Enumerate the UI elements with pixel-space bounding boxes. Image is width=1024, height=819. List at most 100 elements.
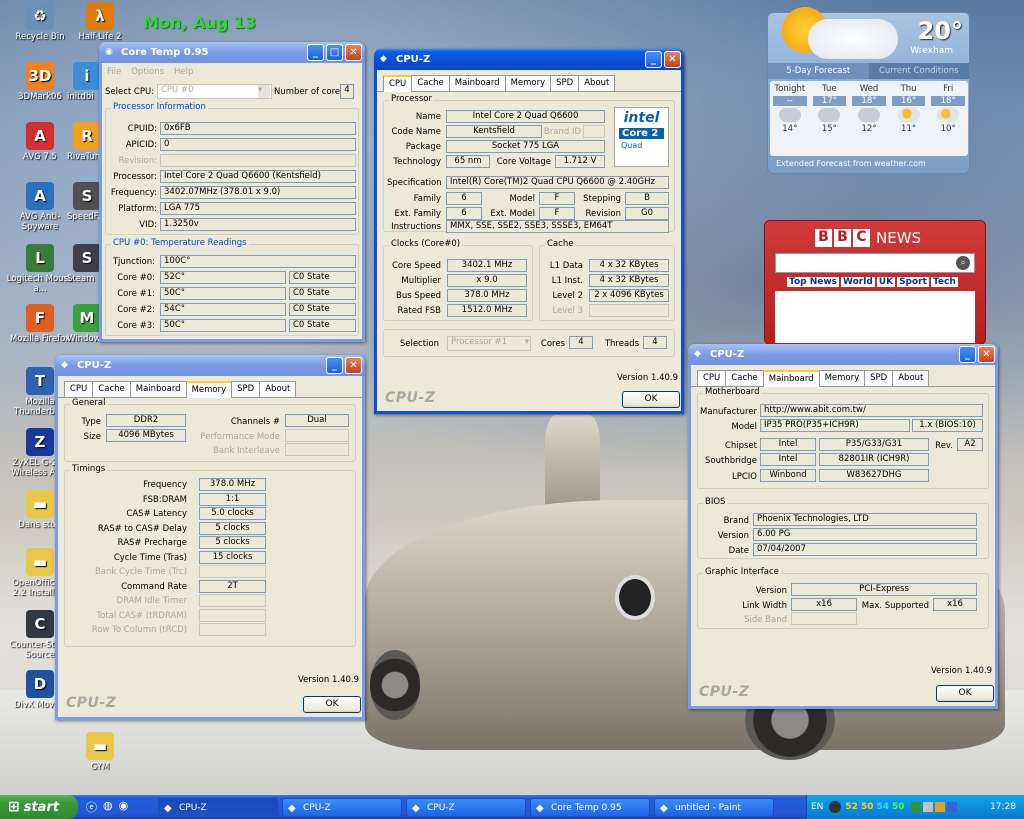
- desktop-icon[interactable]: 3D 3DMark06: [5, 62, 75, 102]
- level2: 2 x 4096 KBytes: [589, 289, 669, 302]
- bbc-link[interactable]: World: [841, 277, 875, 287]
- tab-memory[interactable]: Memory: [185, 381, 233, 398]
- ok-button[interactable]: OK: [622, 391, 680, 408]
- tab-mainboard[interactable]: Mainboard: [762, 370, 820, 387]
- desktop-icon[interactable]: F Mozilla Firefox: [5, 304, 75, 344]
- coretemp-window[interactable]: ◉ Core Temp 0.95 _ □ ✕ File Options Help Sele…: [99, 42, 365, 342]
- clock[interactable]: 17:28: [990, 802, 1016, 812]
- start-button[interactable]: ⊞ start: [0, 795, 78, 819]
- timing-label: RAS# Precharge: [117, 538, 187, 548]
- version-label: Version 1.40.9: [931, 666, 992, 676]
- ok-button[interactable]: OK: [936, 685, 994, 702]
- menu-file[interactable]: File: [107, 67, 121, 77]
- weather-footer[interactable]: Extended Forecast from weather.com: [776, 159, 926, 168]
- volume-icon[interactable]: [922, 802, 933, 812]
- media-icon[interactable]: ◉: [119, 799, 129, 815]
- close-button[interactable]: ✕: [345, 44, 362, 61]
- cpuz-memory-window[interactable]: ◆ CPU-Z _ ✕ CPU Cache Mainboard Memory SPD Abou…: [55, 355, 365, 720]
- ok-button[interactable]: OK: [303, 696, 361, 713]
- search-icon[interactable]: ⌕: [956, 256, 970, 270]
- core-temp-tray[interactable]: 50: [861, 802, 874, 812]
- taskbar-item[interactable]: ◆ CPU-Z: [282, 798, 402, 817]
- weather-tab-current[interactable]: Current Conditions: [868, 63, 969, 79]
- bios-version-label: Version: [717, 531, 749, 541]
- tab-about[interactable]: About: [892, 370, 930, 386]
- cpuz-mainboard-window[interactable]: ◆ CPU-Z _ ✕ CPU Cache Mainboard Memory SPD Abou…: [688, 344, 998, 709]
- close-button[interactable]: ✕: [978, 346, 995, 363]
- core-temp-tray[interactable]: 50: [892, 802, 905, 812]
- tab-cache[interactable]: Cache: [411, 75, 450, 91]
- desktop-icon[interactable]: L Logitech Mouse a...: [5, 244, 75, 294]
- desktop-icon[interactable]: A AVG Anti-Spyware: [5, 182, 75, 232]
- rev-label: Rev.: [935, 441, 953, 451]
- bbc-link[interactable]: UK: [876, 277, 896, 287]
- bbc-news-widget[interactable]: B B C NEWS ⌕ Top News World UK Sport Tech: [764, 220, 986, 345]
- steam-tray-icon[interactable]: [829, 801, 842, 813]
- tab-memory[interactable]: Memory: [504, 75, 552, 91]
- minimize-button[interactable]: _: [326, 357, 343, 374]
- bbc-link[interactable]: Top News: [787, 277, 840, 287]
- timing-label: Command Rate: [121, 581, 187, 592]
- desktop-icon[interactable]: ▬ GYM: [65, 732, 135, 772]
- cpuz-cpu-window[interactable]: ◆ CPU-Z _ ✕ CPU Cache Mainboard Memory SPD Abou…: [374, 49, 684, 414]
- taskbar-item[interactable]: ◆ CPU-Z: [406, 798, 526, 817]
- bbc-link[interactable]: Tech: [930, 277, 958, 287]
- desktop-icon[interactable]: λ Half-Life 2: [65, 2, 135, 42]
- weather-days: Tonight -- 14° Tue 17° 15° Wed 18° 12° Thu 16° 11° F…: [770, 81, 968, 156]
- tab-mainboard[interactable]: Mainboard: [129, 381, 187, 397]
- menu-bar: File Options Help: [102, 63, 362, 81]
- selection-label: Selection: [399, 339, 439, 349]
- core-temp-tray[interactable]: 54: [876, 802, 889, 812]
- select-cpu-dropdown[interactable]: CPU #0 ▾: [157, 84, 272, 99]
- taskbar-item[interactable]: ◆ untitled - Paint: [654, 798, 774, 817]
- close-button[interactable]: ✕: [345, 357, 362, 374]
- tab-cache[interactable]: Cache: [92, 381, 131, 397]
- info-value: 1.3250v: [160, 218, 356, 231]
- tab-cache[interactable]: Cache: [725, 370, 764, 386]
- taskbar-item[interactable]: ◆ CPU-Z: [158, 798, 278, 817]
- desktop-icon-label: Half-Life 2: [78, 32, 122, 42]
- firefox-icon[interactable]: ◍: [103, 799, 113, 815]
- security-icon[interactable]: [934, 802, 945, 812]
- desktop-icon[interactable]: A AVG 7.5: [5, 122, 75, 162]
- core-state: C0 State: [289, 287, 356, 300]
- tab-about[interactable]: About: [578, 75, 616, 91]
- app-tray-icon[interactable]: [946, 802, 957, 812]
- menu-help[interactable]: Help: [174, 67, 193, 77]
- weather-widget[interactable]: 20° Wrexham 5-Day Forecast Current Condi…: [767, 7, 970, 174]
- language-indicator[interactable]: EN: [811, 802, 823, 812]
- close-button[interactable]: ✕: [664, 51, 681, 68]
- network-icon[interactable]: [910, 802, 921, 812]
- tab-cpu[interactable]: CPU: [697, 370, 727, 386]
- southbridge-model: 82801IR (ICH9R): [819, 453, 929, 466]
- timing-value: [199, 565, 266, 578]
- revision: G0: [625, 207, 669, 220]
- weather-temp: 20°: [917, 17, 963, 45]
- core-temp-tray[interactable]: 52: [845, 802, 858, 812]
- tab-cpu[interactable]: CPU: [383, 75, 413, 92]
- tab-memory[interactable]: Memory: [818, 370, 866, 386]
- tab-mainboard[interactable]: Mainboard: [448, 75, 506, 91]
- processor-select[interactable]: Processor #1 ▾: [447, 336, 531, 351]
- tab-spd[interactable]: SPD: [864, 370, 894, 386]
- core-speed: 3402.1 MHz: [447, 259, 527, 272]
- bbc-search-input[interactable]: ⌕: [775, 253, 975, 273]
- menu-options[interactable]: Options: [131, 67, 164, 77]
- timing-label: Row To Column (tRCD): [91, 625, 187, 635]
- tab-spd[interactable]: SPD: [550, 75, 580, 91]
- tab-cpu[interactable]: CPU: [64, 381, 94, 397]
- code-name: Kentsfield: [446, 125, 542, 138]
- ext-family: 6: [446, 207, 482, 220]
- bbc-link[interactable]: Sport: [897, 277, 929, 287]
- info-label: Processor:: [113, 172, 157, 182]
- taskbar-item[interactable]: ◆ Core Temp 0.95: [530, 798, 650, 817]
- tab-about[interactable]: About: [259, 381, 297, 397]
- maximize-button[interactable]: □: [326, 44, 343, 61]
- tab-spd[interactable]: SPD: [231, 381, 261, 397]
- minimize-button[interactable]: _: [645, 51, 662, 68]
- minimize-button[interactable]: _: [959, 346, 976, 363]
- weather-high: 18°: [852, 96, 886, 106]
- ie-icon[interactable]: ⓔ: [86, 799, 97, 815]
- weather-tab-forecast[interactable]: 5-Day Forecast: [768, 63, 869, 79]
- minimize-button[interactable]: _: [307, 44, 324, 61]
